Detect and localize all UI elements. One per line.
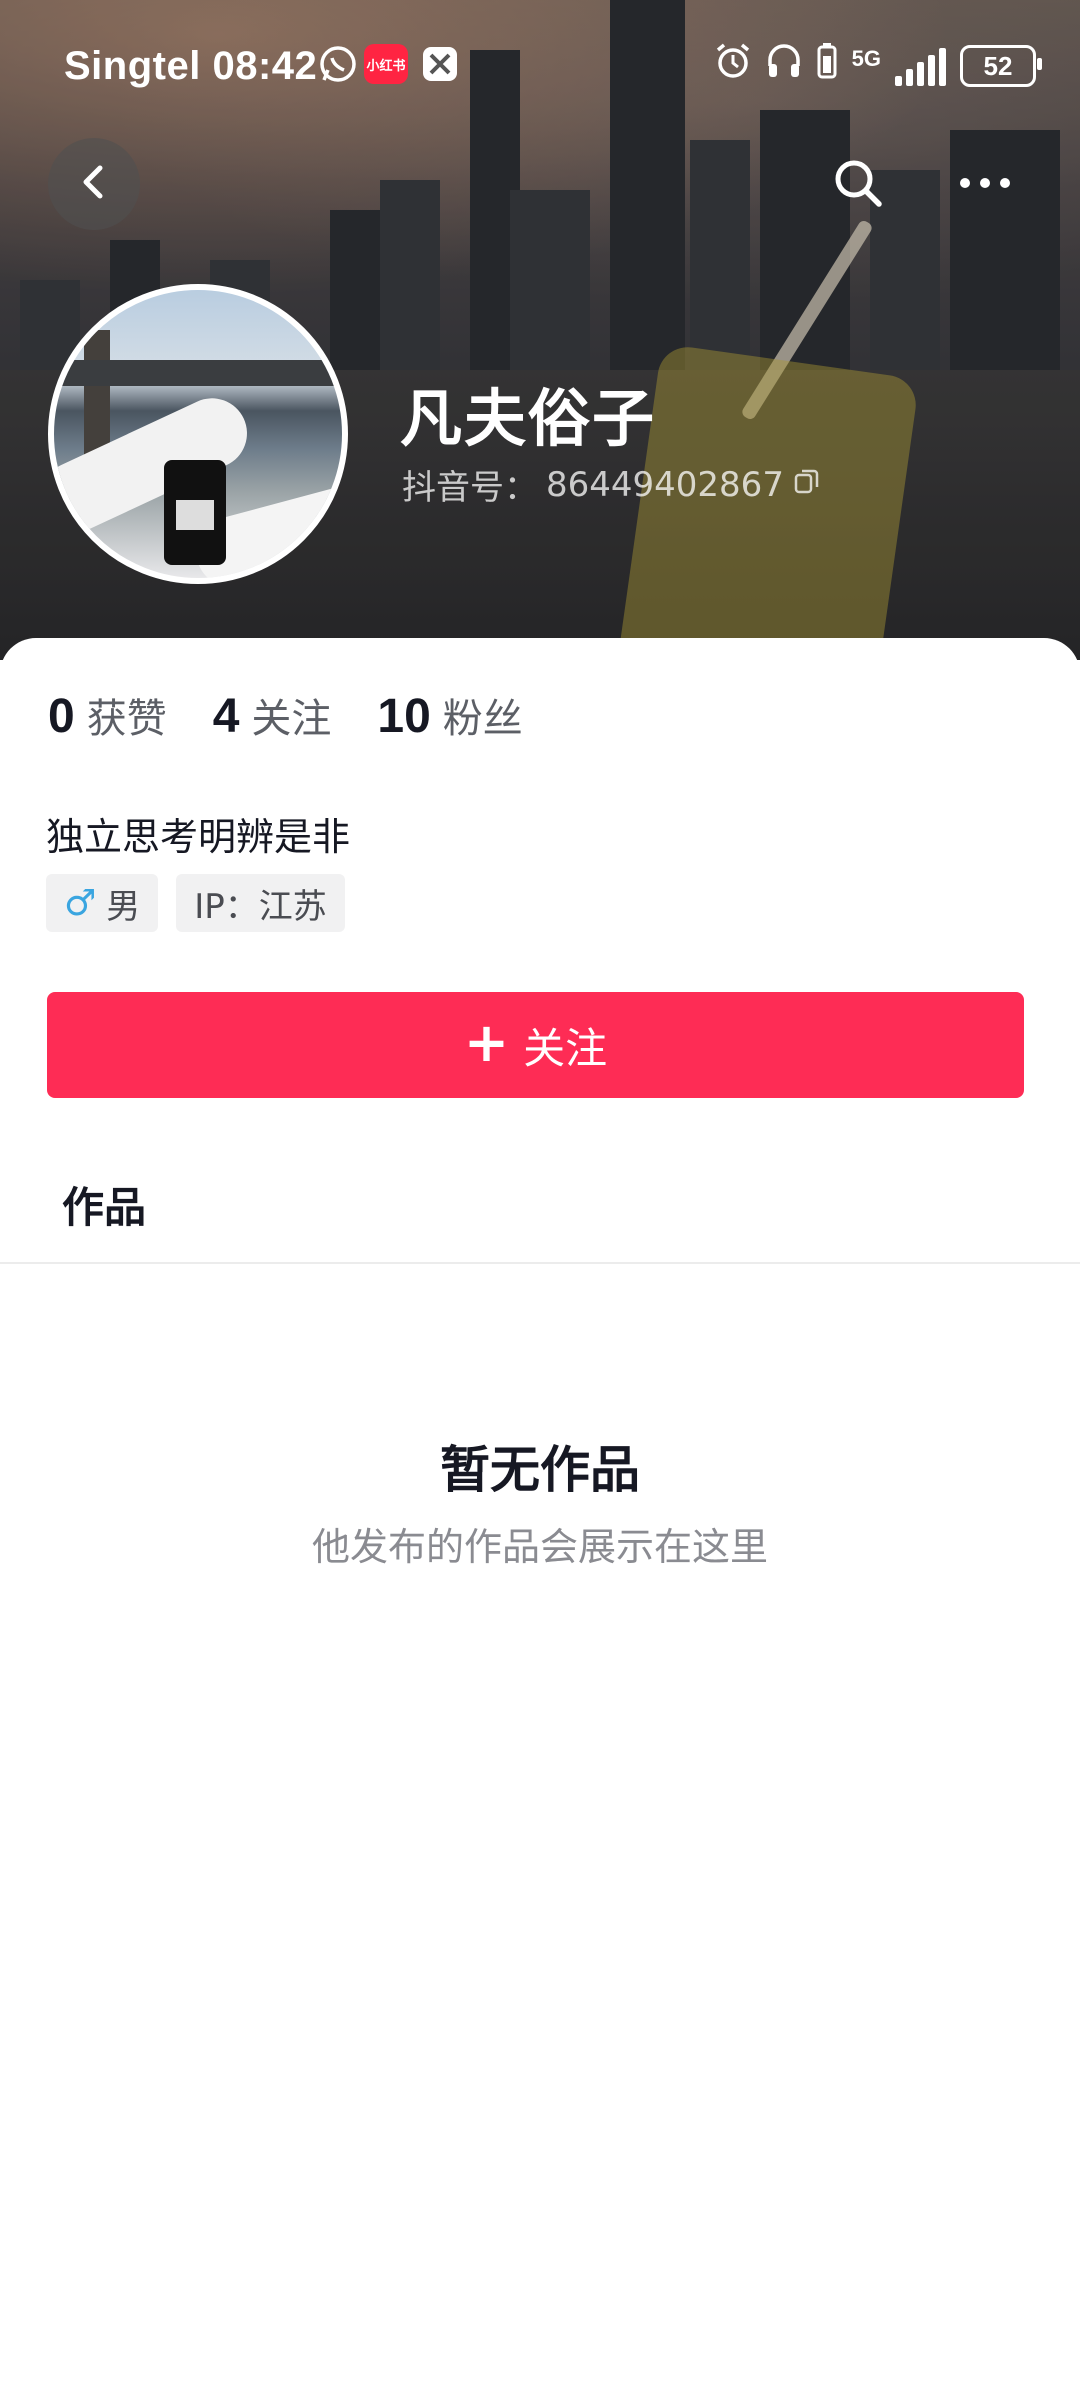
stat-likes[interactable]: 0 获赞 bbox=[48, 686, 167, 744]
copy-icon[interactable] bbox=[792, 465, 822, 505]
tab-works[interactable]: 作品 bbox=[62, 1174, 146, 1235]
stat-number: 0 bbox=[48, 690, 75, 743]
follow-button[interactable]: + 关注 bbox=[47, 992, 1024, 1098]
stat-label: 关注 bbox=[251, 696, 332, 742]
battery-level: 52 bbox=[983, 50, 1013, 81]
more-options-button[interactable] bbox=[950, 150, 1020, 220]
battery-icon: 52 bbox=[960, 45, 1042, 87]
stat-label: 获赞 bbox=[86, 696, 167, 742]
chevron-left-icon bbox=[74, 162, 114, 206]
avatar[interactable] bbox=[48, 284, 348, 584]
signal-icon bbox=[895, 46, 946, 86]
search-button[interactable] bbox=[823, 150, 893, 220]
follow-button-label: 关注 bbox=[523, 1023, 608, 1073]
search-icon bbox=[831, 156, 885, 214]
status-bar: Singtel 08:42 小红书 5G 52 bbox=[0, 0, 1080, 130]
stat-following[interactable]: 4 关注 bbox=[213, 686, 332, 744]
stat-number: 10 bbox=[377, 690, 431, 743]
douyin-id[interactable]: 抖音号： 86449402867 bbox=[402, 460, 822, 509]
gender-text: 男 bbox=[106, 886, 141, 927]
profile-nickname: 凡夫俗子 bbox=[400, 382, 657, 455]
gender-tag: ♂ 男 bbox=[46, 874, 159, 932]
status-time: 08:42 bbox=[212, 44, 318, 88]
carrier-name: Singtel bbox=[64, 44, 201, 88]
back-button[interactable] bbox=[48, 138, 140, 230]
stat-followers[interactable]: 10 粉丝 bbox=[377, 686, 522, 744]
male-icon: ♂ bbox=[64, 882, 97, 924]
empty-state-title: 暂无作品 bbox=[440, 1441, 640, 1499]
profile-stats: 0 获赞 4 关注 10 粉丝 bbox=[48, 686, 523, 744]
douyin-id-value: 86449402867 bbox=[546, 464, 784, 505]
ip-location-text: IP：江苏 bbox=[194, 886, 327, 927]
plus-icon: + bbox=[463, 1011, 510, 1074]
profile-card: 0 获赞 4 关注 10 粉丝 独立思考明辨是非 ♂ 男 IP：江苏 + 关注 … bbox=[0, 638, 1080, 2397]
profile-bio: 独立思考明辨是非 bbox=[46, 815, 351, 859]
x-app-icon bbox=[420, 44, 460, 84]
empty-state-subtitle: 他发布的作品会展示在这里 bbox=[311, 1525, 768, 1569]
alarm-icon bbox=[714, 42, 752, 90]
tab-divider bbox=[0, 1262, 1080, 1264]
profile-tags: ♂ 男 IP：江苏 bbox=[46, 874, 345, 932]
status-carrier-time: Singtel 08:42 bbox=[64, 44, 317, 89]
network-5g-label: 5G bbox=[851, 46, 881, 71]
xiaohongshu-icon: 小红书 bbox=[364, 44, 408, 84]
stat-label: 粉丝 bbox=[442, 696, 523, 742]
more-horizontal-icon bbox=[957, 173, 1013, 197]
whatsapp-icon bbox=[318, 44, 358, 84]
ip-location-tag: IP：江苏 bbox=[176, 874, 345, 932]
headphones-icon bbox=[766, 42, 802, 90]
stat-number: 4 bbox=[212, 690, 240, 743]
battery-saver-icon bbox=[816, 42, 838, 90]
douyin-id-label: 抖音号： bbox=[402, 468, 538, 508]
